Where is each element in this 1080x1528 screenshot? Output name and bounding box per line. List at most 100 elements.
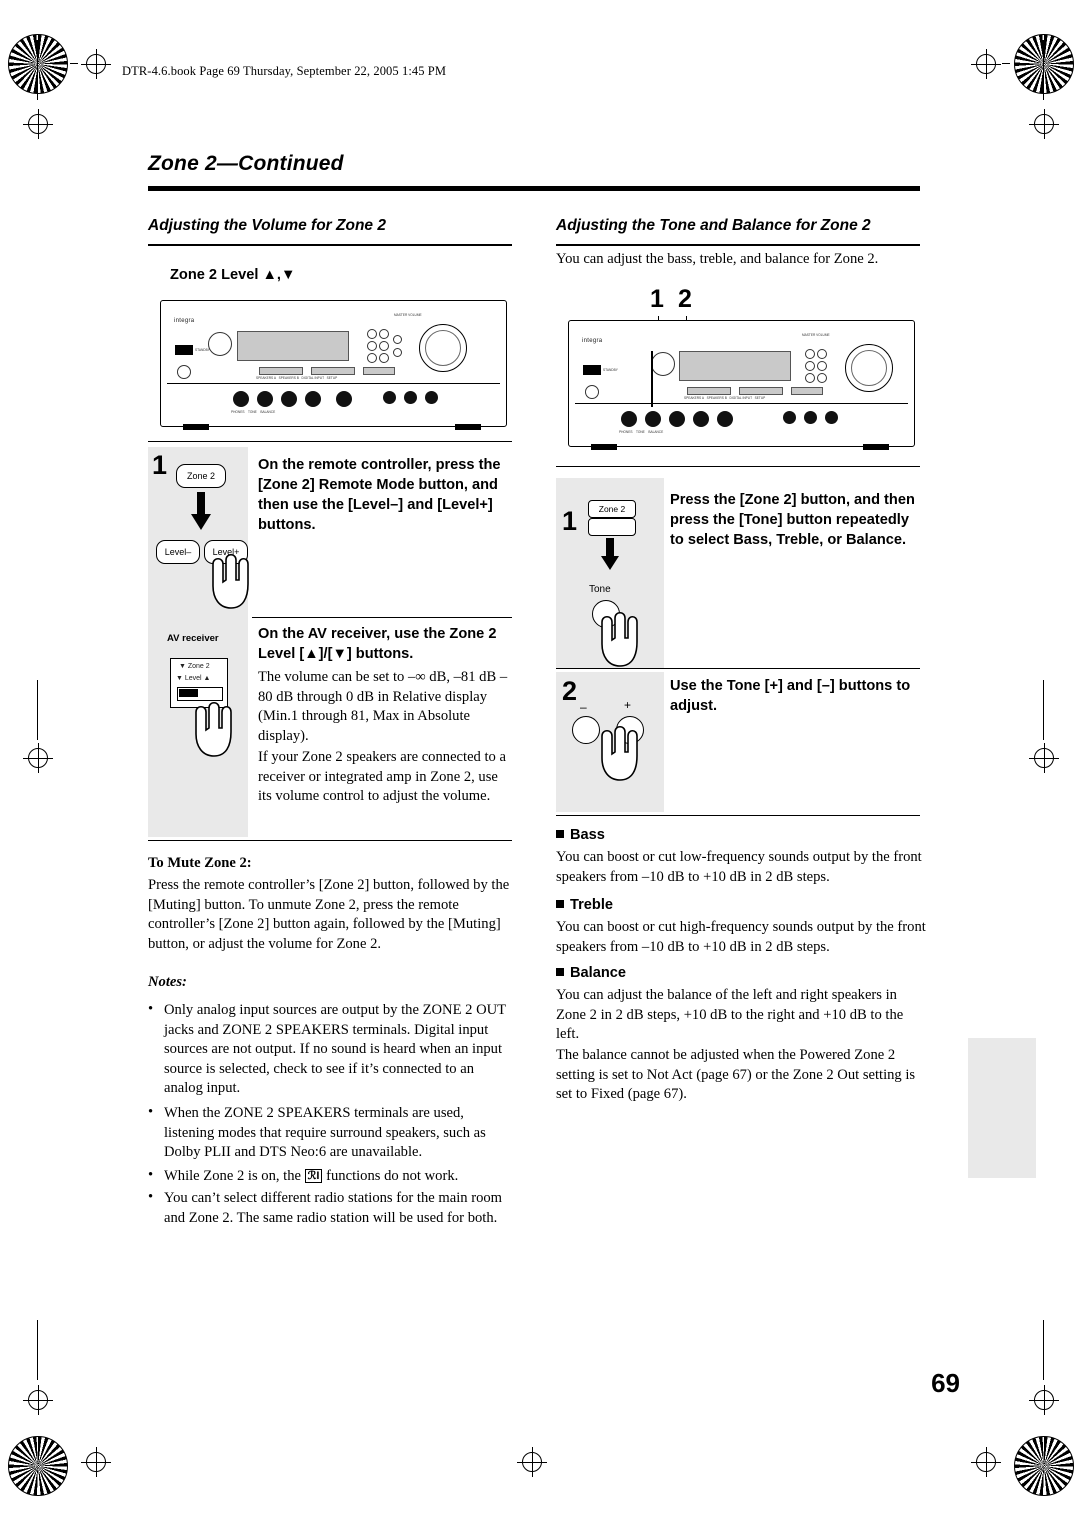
bass-heading: Bass xyxy=(570,827,605,843)
right-step2-number: 2 xyxy=(562,676,578,706)
receiver-jack-right-8 xyxy=(825,411,838,424)
notes-bullet-2: • xyxy=(148,1104,154,1120)
balance-heading-row: Balance xyxy=(556,964,926,984)
receiver-jack-right-3 xyxy=(669,411,685,427)
registration-mark-right-bottom xyxy=(1029,1385,1059,1415)
notes-heading: Notes: xyxy=(148,974,187,990)
remote-key-zone2-right: Zone 2 xyxy=(588,500,636,518)
receiver-jack-right-1 xyxy=(621,411,637,427)
right-step2-rule xyxy=(556,815,920,817)
receiver-power-btn-right xyxy=(585,385,599,399)
left-step1-text: On the remote controller, press the [Zon… xyxy=(258,457,501,534)
remote-key-plus-label: + xyxy=(624,698,632,712)
right-step1-number: 1 xyxy=(562,506,578,536)
notes-item-3: While Zone 2 is on, the ℛI functions do … xyxy=(164,1168,459,1184)
av-key-zone2-label: ▼ Zone 2 xyxy=(179,663,210,670)
receiver-foot-right-1 xyxy=(591,444,617,450)
receiver-bottom-labels-right: SPEAKERS A SPEAKERS B DIGITAL INPUT SETU… xyxy=(684,396,766,400)
title-rule xyxy=(148,186,920,191)
receiver-jack-right-2 xyxy=(645,411,661,427)
receiver-illustration-left: integra MASTER VOLUME STANDBY SPEAKERS A… xyxy=(160,300,507,430)
print-starburst-top-left xyxy=(8,34,68,94)
notes-item-1: Only analog input sources are output by … xyxy=(164,1002,506,1097)
receiver-volume-knob-right xyxy=(845,344,893,392)
pointing-hand-icon-left-2 xyxy=(195,701,232,757)
receiver-jack-left-5 xyxy=(336,391,352,407)
registration-mark-left-bottom xyxy=(23,1385,53,1415)
receiver-bottom-divider-right xyxy=(575,403,908,404)
remote-key-zone2-right-body xyxy=(588,518,636,536)
receiver-jack-left-1 xyxy=(233,391,249,407)
receiver-power-label-left: STANDBY xyxy=(195,348,210,352)
receiver-jack-right-4 xyxy=(693,411,709,427)
receiver-btn-cluster-left-2 xyxy=(379,329,389,339)
page-edge-tab xyxy=(968,1038,1036,1178)
receiver-foot-right-2 xyxy=(863,444,889,450)
right-section-rule xyxy=(556,244,920,246)
bass-text: You can boost or cut low-frequency sound… xyxy=(556,849,922,885)
receiver-power-btn-left xyxy=(177,365,191,379)
receiver-jack-right-6 xyxy=(783,411,796,424)
page-number: 69 xyxy=(931,1368,960,1398)
receiver-bottom-divider-left xyxy=(167,383,500,384)
receiver-btn-cluster-left-7 xyxy=(393,335,402,344)
receiver-btn-cluster-right-3 xyxy=(805,361,815,371)
notes-bullet-4: • xyxy=(148,1189,154,1205)
remote-key-tone-label: Tone xyxy=(589,584,611,595)
left-section-title: Adjusting the Volume for Zone 2 xyxy=(148,217,386,234)
registration-mark-right-top xyxy=(1029,109,1059,139)
remote-key-level-minus: Level– xyxy=(156,540,200,564)
left-step2-rule xyxy=(148,840,512,842)
ri-icon: ℛI xyxy=(304,1169,323,1183)
av-receiver-label: AV receiver xyxy=(167,633,219,644)
registration-mark-tl xyxy=(81,49,111,79)
receiver-jack-left-3 xyxy=(281,391,297,407)
receiver-btn-cluster-right-2 xyxy=(817,349,827,359)
pointing-hand-icon-right-2 xyxy=(601,725,638,781)
right-callout-1: 1 xyxy=(650,285,664,313)
left-section-rule xyxy=(148,244,512,246)
bass-heading-row: Bass xyxy=(556,826,926,846)
left-figure-rule xyxy=(148,441,512,443)
crop-line-top-right-h xyxy=(1002,63,1010,64)
notes-item-2: When the ZONE 2 SPEAKERS terminals are u… xyxy=(164,1105,486,1161)
receiver-display-label-right: MASTER VOLUME xyxy=(802,333,830,337)
receiver-jack-left-7 xyxy=(404,391,417,404)
receiver-btn-cluster-left-8 xyxy=(393,348,402,357)
registration-mark-left-top xyxy=(23,109,53,139)
print-starburst-bottom-right xyxy=(1014,1436,1074,1496)
notes-item-4: You can’t select different radio station… xyxy=(164,1190,503,1226)
receiver-slider-right-3 xyxy=(791,387,823,395)
av-key-level-label: ▼ Level ▲ xyxy=(176,675,211,682)
receiver-display-left xyxy=(237,331,349,361)
receiver-jack-right-5 xyxy=(717,411,733,427)
receiver-foot-left-1 xyxy=(183,424,209,430)
receiver-standby-block-left xyxy=(175,345,193,355)
down-arrow-icon-left xyxy=(191,492,211,530)
remote-key-minus-label: – xyxy=(580,700,587,714)
av-key-bar-fill xyxy=(179,689,198,697)
left-step1-number: 1 xyxy=(152,450,168,480)
receiver-brand-right: integra xyxy=(582,338,603,344)
page-title: Zone 2—Continued xyxy=(148,152,344,175)
right-intro-text: You can adjust the bass, treble, and bal… xyxy=(556,251,879,267)
treble-heading-row: Treble xyxy=(556,896,926,916)
treble-heading: Treble xyxy=(570,897,613,913)
receiver-jack-labels-left: PHONES TONE BALANCE xyxy=(231,410,276,414)
balance-bullet-icon xyxy=(556,968,564,976)
receiver-jack-labels-right: PHONES TONE BALANCE xyxy=(619,430,664,434)
receiver-display-right xyxy=(679,351,791,381)
receiver-btn-cluster-right-1 xyxy=(805,349,815,359)
receiver-slider-right-2 xyxy=(739,387,783,395)
receiver-foot-left-2 xyxy=(455,424,481,430)
file-header-line: DTR-4.6.book Page 69 Thursday, September… xyxy=(122,64,447,78)
registration-mark-right-mid xyxy=(1029,743,1059,773)
down-arrow-icon-right xyxy=(601,538,619,570)
right-step2-text: Use the Tone [+] and [–] buttons to adju… xyxy=(670,678,911,715)
treble-text: You can boost or cut high-frequency soun… xyxy=(556,919,926,955)
receiver-volume-knob-left xyxy=(419,324,467,372)
balance-text-1: You can adjust the balance of the left a… xyxy=(556,987,904,1043)
crop-line-left-v3 xyxy=(37,1320,38,1380)
receiver-slider-left-1 xyxy=(259,367,303,375)
receiver-btn-cluster-left-4 xyxy=(379,341,389,351)
